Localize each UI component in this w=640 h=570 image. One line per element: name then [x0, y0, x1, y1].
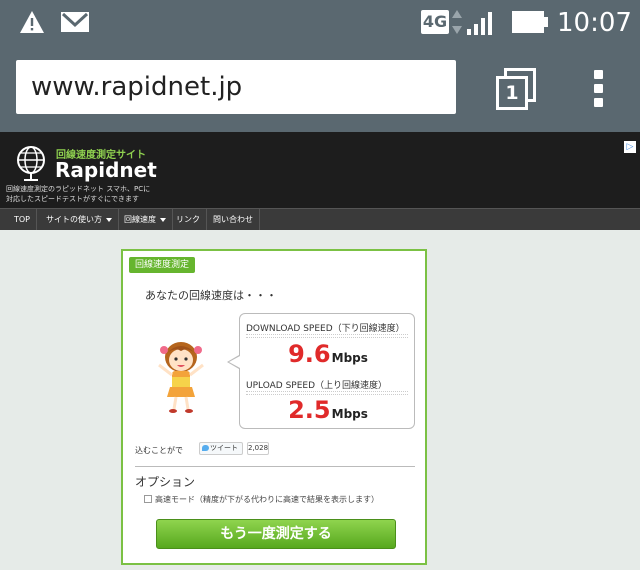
- site-logo-text[interactable]: Rapidnet: [55, 158, 157, 182]
- network-type: 4G: [421, 10, 449, 34]
- site-header: 回線速度測定サイト Rapidnet 回線速度測定のラピッドネット スマホ、PC…: [0, 132, 640, 208]
- download-label: DOWNLOAD SPEED（下り回線速度）: [246, 324, 405, 334]
- menu-dot-icon: [594, 70, 603, 79]
- menu-dot-icon: [594, 98, 603, 107]
- menu-dot-icon: [594, 84, 603, 93]
- mascot-girl-icon: [158, 342, 204, 413]
- nav-item-contact[interactable]: 問い合わせ: [207, 209, 260, 230]
- url-bar[interactable]: www.rapidnet.jp: [16, 60, 456, 114]
- speed-bubble: DOWNLOAD SPEED（下り回線速度） 9.6Mbps UPLOAD SP…: [239, 313, 415, 429]
- tweet-label: ツイート: [210, 444, 238, 452]
- warning-icon: [19, 10, 45, 38]
- ad-choices-icon[interactable]: ▷: [624, 141, 636, 153]
- download-value: 9.6: [288, 340, 331, 368]
- upload-value: 2.5: [288, 396, 331, 424]
- site-description: 回線速度測定のラピッドネット スマホ、PCに対応したスピードテストがすぐにできま…: [6, 185, 151, 203]
- nav-item-links[interactable]: リンク: [170, 209, 207, 230]
- tweet-button[interactable]: ツイート: [199, 442, 243, 455]
- battery-icon: [511, 10, 549, 38]
- site-nav: TOP サイトの使い方 回線速度 リンク 問い合わせ: [0, 208, 640, 230]
- upload-label: UPLOAD SPEED（上り回線速度）: [246, 381, 388, 391]
- tweet-count: 2,028: [247, 442, 269, 455]
- data-arrows-icon: [451, 8, 463, 40]
- download-unit: Mbps: [331, 351, 368, 365]
- caret-down-icon: [106, 217, 112, 222]
- caret-down-icon: [160, 217, 166, 222]
- retest-button[interactable]: もう一度測定する: [156, 519, 396, 549]
- clock: 10:07: [557, 8, 632, 38]
- nav-item-speed[interactable]: 回線速度: [118, 209, 173, 230]
- upload-unit: Mbps: [331, 407, 368, 421]
- divider: [246, 334, 408, 338]
- nav-label: サイトの使い方: [46, 215, 102, 224]
- bubble-tail-fill: [229, 356, 240, 368]
- tab-switcher-button[interactable]: 1: [496, 68, 538, 112]
- share-text: 込むことがで: [135, 446, 183, 455]
- divider: [246, 391, 408, 395]
- twitter-bird-icon: [202, 445, 209, 451]
- divider: [135, 466, 415, 467]
- nav-label: TOP: [14, 215, 31, 224]
- nav-label: 問い合わせ: [213, 215, 253, 224]
- browser-toolbar: www.rapidnet.jp 1: [0, 46, 640, 132]
- gmail-icon: [60, 11, 90, 37]
- tab-count: 1: [496, 76, 528, 110]
- fast-mode-checkbox[interactable]: [144, 495, 152, 503]
- nav-item-top[interactable]: TOP: [8, 209, 38, 230]
- option-title: オプション: [135, 475, 196, 489]
- upload-speed: 2.5Mbps: [240, 396, 416, 424]
- overflow-menu-button[interactable]: [590, 68, 606, 112]
- globe-logo-icon[interactable]: [14, 144, 48, 186]
- result-intro: あなたの回線速度は・・・: [145, 289, 277, 302]
- section-label: 回線速度測定: [129, 257, 196, 273]
- nav-label: リンク: [176, 215, 200, 224]
- download-speed: 9.6Mbps: [240, 340, 416, 368]
- nav-item-usage[interactable]: サイトの使い方: [40, 209, 119, 230]
- nav-label: 回線速度: [124, 215, 156, 224]
- signal-icon: [466, 10, 496, 40]
- status-bar: 4G 10:07: [0, 0, 640, 46]
- speed-result-card: 回線速度測定 あなたの回線速度は・・・ DOWNLOAD SPEED（下り回線速…: [121, 249, 427, 565]
- fast-mode-label[interactable]: 高速モード（精度が下がる代わりに高速で結果を表示します）: [155, 494, 379, 505]
